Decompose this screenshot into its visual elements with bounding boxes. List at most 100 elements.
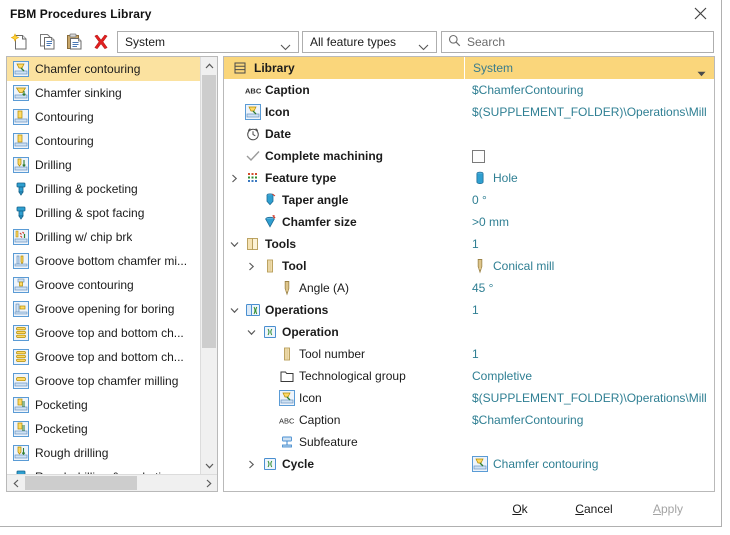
scroll-down-button[interactable] [201,457,217,474]
property-value-cell[interactable]: Conical mill [464,255,714,277]
grid-header-value-cell[interactable]: System [464,57,714,79]
property-value-cell[interactable]: $ChamferContouring [464,409,714,431]
scroll-thumb[interactable] [202,75,216,348]
list-item[interactable]: Chamfer contouring [7,57,200,81]
list-horizontal-scrollbar[interactable] [7,474,217,491]
scroll-thumb-horizontal[interactable] [25,476,137,490]
list-item[interactable]: Groove top chamfer milling [7,369,200,393]
close-button[interactable] [683,0,717,26]
grid-header-value: System [473,61,513,75]
scroll-up-button[interactable] [201,57,217,74]
pocketing-icon [13,397,29,413]
property-row[interactable]: Technological groupCompletive [224,365,714,387]
complete-machining-checkbox[interactable] [472,150,485,163]
property-value-cell[interactable]: Completive [464,365,714,387]
property-value-cell[interactable]: 1 [464,233,714,255]
cancel-button[interactable]: Cancel [557,498,631,520]
property-row[interactable]: Date [224,123,714,145]
list-item[interactable]: Groove bottom chamfer mi... [7,249,200,273]
property-row[interactable]: Chamfer size>0 mm [224,211,714,233]
feature-type-select[interactable]: All feature types [302,31,437,53]
property-value: Chamfer contouring [493,457,598,471]
property-row[interactable]: Complete machining [224,145,714,167]
property-value-cell[interactable]: 1 [464,299,714,321]
property-value-cell[interactable] [464,145,714,167]
property-row[interactable]: Subfeature [224,431,714,453]
property-value-cell[interactable] [464,321,714,343]
property-value-cell[interactable]: $(SUPPLEMENT_FOLDER)\Operations\Mill [464,101,714,123]
property-row[interactable]: Operation [224,321,714,343]
list-item[interactable]: Groove contouring [7,273,200,297]
list-item[interactable]: Rough drilling & pocketing [7,465,200,474]
chevron-down-icon[interactable] [228,306,241,315]
property-row[interactable]: Icon$(SUPPLEMENT_FOLDER)\Operations\Mill [224,387,714,409]
property-value-cell[interactable]: Chamfer contouring [464,453,714,475]
property-row[interactable]: Taper angle0 ° [224,189,714,211]
list-vertical-scrollbar[interactable] [200,57,217,474]
property-value-cell[interactable] [464,431,714,453]
property-value-cell[interactable] [464,123,714,145]
property-row[interactable]: Angle (A)45 ° [224,277,714,299]
property-name-cell: ABCCaption [224,79,464,101]
library-select[interactable]: System [117,31,299,53]
list-item[interactable]: Pocketing [7,417,200,441]
chevron-down-icon[interactable] [245,328,258,337]
property-row[interactable]: ABCCaption$ChamferContouring [224,79,714,101]
chevron-down-icon[interactable] [228,240,241,249]
chevron-down-icon [205,463,214,469]
property-value-cell[interactable]: $(SUPPLEMENT_FOLDER)\Operations\Mill [464,387,714,409]
chevron-right-icon[interactable] [245,262,258,271]
list-item[interactable]: Pocketing [7,393,200,417]
property-row[interactable]: Tools1 [224,233,714,255]
property-name-cell: Icon [224,387,464,409]
new-button[interactable] [6,30,33,54]
chevron-down-icon[interactable] [697,66,706,80]
property-row[interactable]: Feature typeHole [224,167,714,189]
property-value-cell[interactable]: >0 mm [464,211,714,233]
list-item[interactable]: Groove opening for boring [7,297,200,321]
property-value-cell[interactable]: $ChamferContouring [464,79,714,101]
property-row[interactable]: CycleChamfer contouring [224,453,714,475]
procedures-list[interactable]: Chamfer contouringChamfer sinkingContour… [7,57,200,474]
folder-icon [279,368,295,384]
list-item-label: Groove bottom chamfer mi... [35,254,187,268]
property-value-cell[interactable]: 45 ° [464,277,714,299]
list-item[interactable]: Drilling & pocketing [7,177,200,201]
property-row[interactable]: ABCCaption$ChamferContouring [224,409,714,431]
list-item[interactable]: Drilling & spot facing [7,201,200,225]
search-box[interactable]: Search [441,31,714,53]
paste-button[interactable] [60,30,87,54]
scroll-left-button[interactable] [7,475,24,492]
property-value: $ChamferContouring [472,413,583,427]
list-item[interactable]: Drilling w/ chip brk [7,225,200,249]
property-value-cell[interactable]: 1 [464,343,714,365]
library-select-value: System [125,35,165,49]
property-value-cell[interactable]: Hole [464,167,714,189]
property-row[interactable]: Icon$(SUPPLEMENT_FOLDER)\Operations\Mill [224,101,714,123]
list-item[interactable]: Groove top and bottom ch... [7,345,200,369]
title-bar: FBM Procedures Library [0,0,721,28]
scroll-right-button[interactable] [200,475,217,492]
list-item-label: Groove top and bottom ch... [35,326,184,340]
drill-pocket-icon [13,181,29,197]
property-row[interactable]: ToolConical mill [224,255,714,277]
operations-icon [245,302,261,318]
property-row[interactable]: Operations1 [224,299,714,321]
list-item[interactable]: Contouring [7,129,200,153]
property-value: $(SUPPLEMENT_FOLDER)\Operations\Mill [472,105,707,119]
list-item[interactable]: Groove top and bottom ch... [7,321,200,345]
ok-button[interactable]: Ok [483,498,557,520]
list-item[interactable]: Contouring [7,105,200,129]
property-value-cell[interactable]: 0 ° [464,189,714,211]
delete-button[interactable] [87,30,114,54]
list-item[interactable]: Drilling [7,153,200,177]
property-name-cell: Angle (A) [224,277,464,299]
subfeature-icon [279,434,295,450]
property-row[interactable]: Tool number1 [224,343,714,365]
property-grid-rows[interactable]: ABCCaption$ChamferContouringIcon$(SUPPLE… [224,79,714,491]
copy-button[interactable] [33,30,60,54]
list-item[interactable]: Chamfer sinking [7,81,200,105]
list-item[interactable]: Rough drilling [7,441,200,465]
chevron-right-icon[interactable] [228,174,241,183]
chevron-right-icon[interactable] [245,460,258,469]
